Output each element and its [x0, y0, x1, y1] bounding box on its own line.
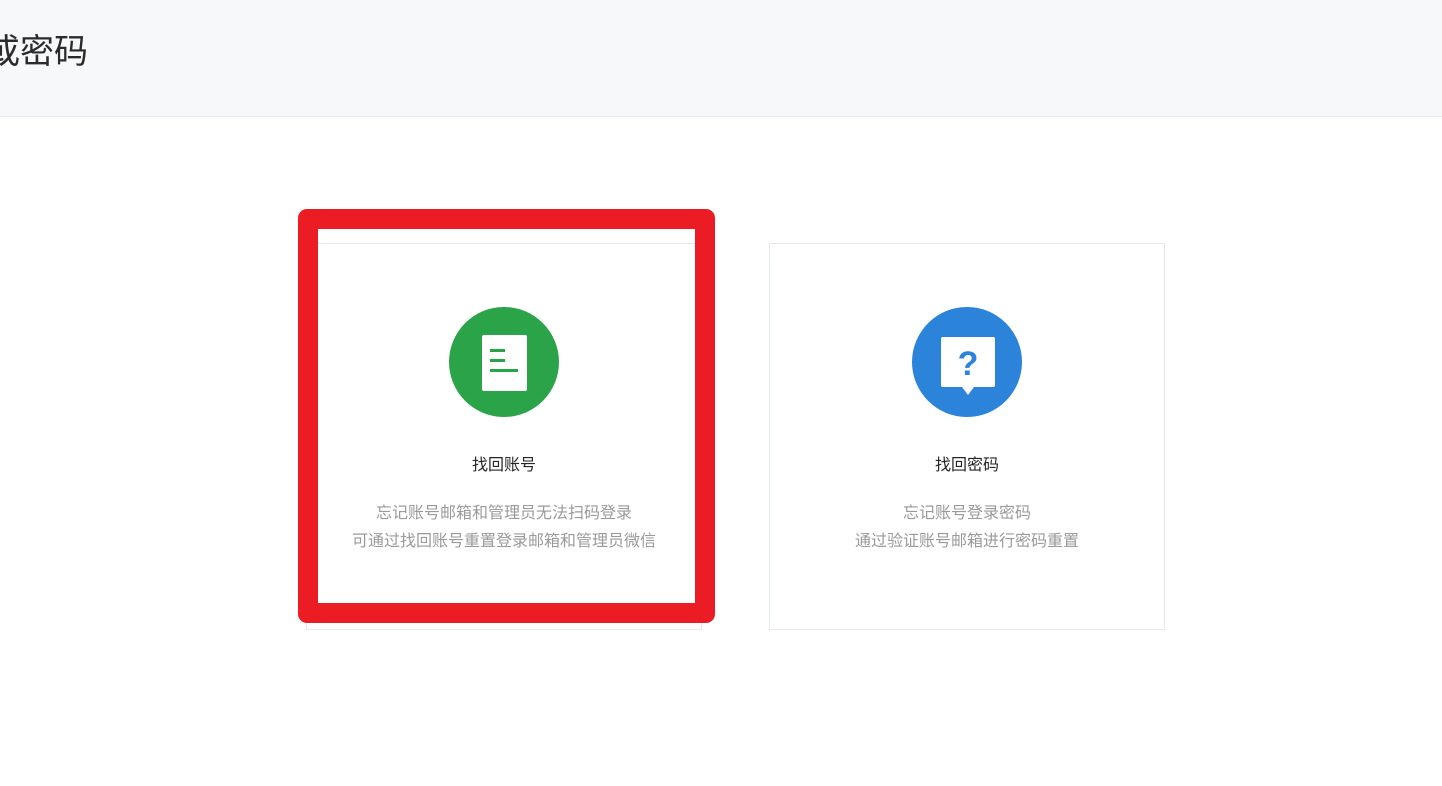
question-bubble-icon: ?: [912, 307, 1022, 417]
document-icon: [449, 307, 559, 417]
card-description: 通过验证账号邮箱进行密码重置: [854, 531, 1079, 550]
card-title: 找回账号: [471, 455, 536, 474]
card-description: 忘记账号邮箱和管理员无法扫码登录: [375, 503, 632, 522]
page-header: 或密码: [0, 0, 1442, 117]
card-title: 找回密码: [934, 455, 999, 474]
find-account-card[interactable]: 找回账号 忘记账号邮箱和管理员无法扫码登录 可通过找回账号重置登录邮箱和管理员微…: [306, 243, 702, 630]
card-description: 忘记账号登录密码: [902, 503, 1031, 522]
card-description: 可通过找回账号重置登录邮箱和管理员微信: [351, 531, 656, 550]
page-title: 或密码: [0, 32, 88, 72]
svg-text:?: ?: [958, 345, 979, 383]
find-password-card[interactable]: ? 找回密码 忘记账号登录密码 通过验证账号邮箱进行密码重置: [769, 243, 1165, 630]
